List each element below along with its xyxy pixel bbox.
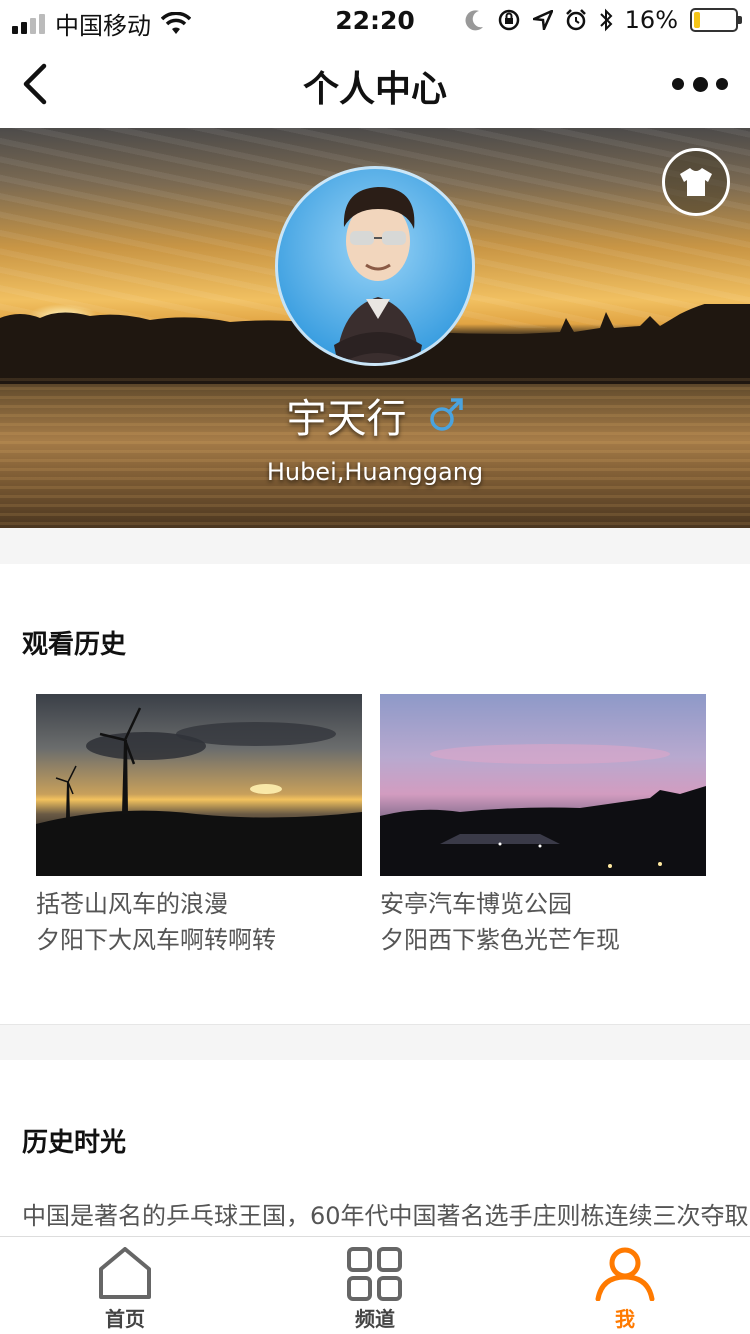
moon-icon xyxy=(465,10,483,31)
history-card-subtitle: 夕阳西下紫色光芒乍现 xyxy=(380,926,620,954)
park-silhouette xyxy=(380,744,706,876)
tab-home-label: 首页 xyxy=(105,1307,145,1331)
user-location: Hubei,Huanggang xyxy=(266,458,484,486)
history-thumbnail-windmill xyxy=(36,694,362,876)
history-card[interactable]: 安亭汽车博览公园 夕阳西下紫色光芒乍现 xyxy=(380,694,706,958)
alarm-icon xyxy=(565,9,586,31)
tab-me-label: 我 xyxy=(615,1307,635,1331)
rotation-lock-icon xyxy=(498,9,519,31)
timeline-text: 中国是著名的乒乓球王国，60年代中国著名选手庄则栋连续三次夺取了 xyxy=(22,1202,750,1230)
history-card-title: 括苍山风车的浪漫 xyxy=(36,890,228,918)
location-icon xyxy=(532,10,553,30)
tab-me[interactable]: 我 xyxy=(500,1243,750,1333)
theme-button[interactable] xyxy=(662,148,730,216)
profile-banner: 宇天行 Hubei,Huanggang xyxy=(0,128,750,528)
status-bar: 中国移动 22:20 16% xyxy=(0,0,750,40)
more-dots-icon[interactable] xyxy=(672,70,728,98)
history-card-text: 安亭汽车博览公园 夕阳西下紫色光芒乍现 xyxy=(380,886,706,958)
user-icon xyxy=(595,1247,655,1301)
timeline-section-title: 历史时光 xyxy=(22,1128,127,1158)
battery-icon xyxy=(690,8,742,32)
user-name: 宇天行 xyxy=(286,396,407,442)
bluetooth-icon xyxy=(599,8,613,32)
tab-bar: 首页 频道 我 xyxy=(0,1236,750,1334)
tab-home[interactable]: 首页 xyxy=(0,1243,250,1333)
history-card-title: 安亭汽车博览公园 xyxy=(380,890,572,918)
history-card[interactable]: 括苍山风车的浪漫 夕阳下大风车啊转啊转 xyxy=(36,694,362,958)
tab-channels[interactable]: 频道 xyxy=(250,1243,500,1333)
history-section-title: 观看历史 xyxy=(22,630,127,660)
grid-icon xyxy=(347,1247,402,1301)
battery-fill xyxy=(694,12,700,28)
chevron-left-icon[interactable] xyxy=(18,62,58,106)
section-divider xyxy=(0,1024,750,1060)
male-gender-icon xyxy=(429,398,463,431)
user-name-row: 宇天行 xyxy=(0,386,750,444)
tab-channels-label: 频道 xyxy=(355,1307,395,1331)
nav-bar: 个人中心 xyxy=(0,40,750,128)
history-card-subtitle: 夕阳下大风车啊转啊转 xyxy=(36,926,276,954)
home-icon xyxy=(99,1247,151,1299)
battery-percent: 16% xyxy=(624,6,678,34)
section-divider xyxy=(0,528,750,564)
history-thumbnail-park xyxy=(380,694,706,876)
tshirt-icon xyxy=(680,168,712,196)
status-right: 16% xyxy=(465,6,742,34)
avatar[interactable] xyxy=(275,166,475,366)
windmill-silhouette xyxy=(36,707,362,876)
avatar-illustration xyxy=(334,187,422,363)
page-title: 个人中心 xyxy=(302,69,447,110)
history-card-text: 括苍山风车的浪漫 夕阳下大风车啊转啊转 xyxy=(36,886,362,958)
